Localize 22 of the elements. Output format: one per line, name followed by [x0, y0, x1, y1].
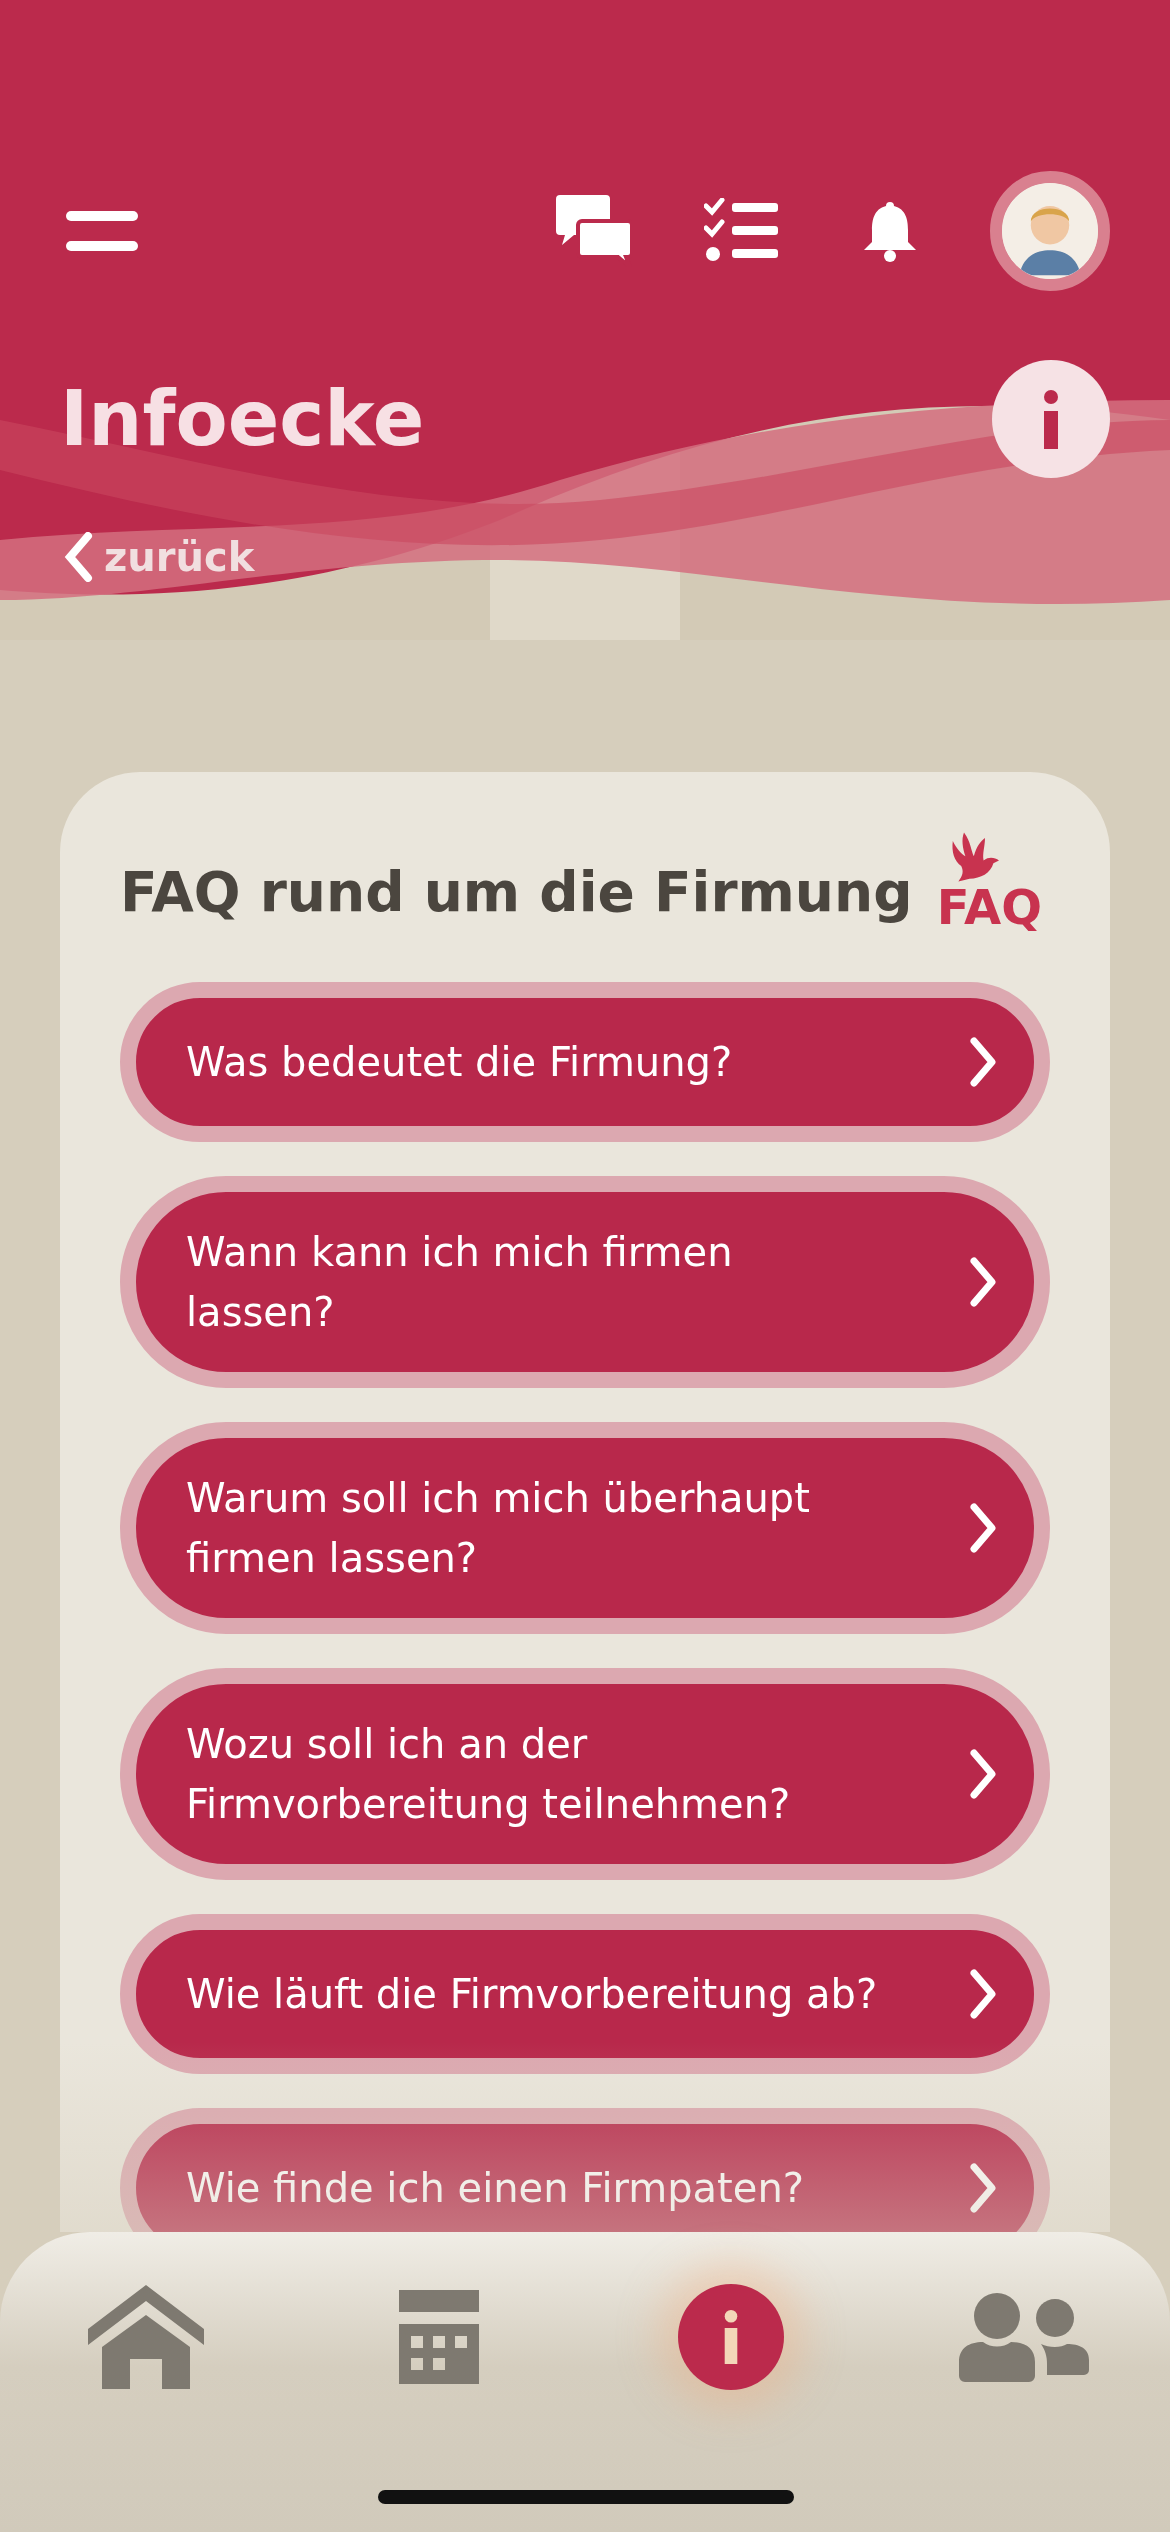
chevron-right-icon — [968, 1037, 998, 1087]
chevron-right-icon — [968, 2163, 998, 2213]
faq-question-button[interactable]: Was bedeutet die Firmung? — [120, 982, 1050, 1142]
chevron-right-icon — [968, 1969, 998, 2019]
menu-icon[interactable] — [66, 211, 138, 251]
faq-question-button[interactable]: Wann kann ich mich firmen lassen? — [120, 1176, 1050, 1388]
chevron-left-icon — [64, 532, 94, 582]
info-icon — [1041, 389, 1061, 449]
chevron-right-icon — [968, 1503, 998, 1553]
people-icon[interactable] — [958, 2292, 1089, 2382]
chevron-right-icon — [968, 1257, 998, 1307]
page-title: Infoecke — [60, 373, 425, 465]
faq-question-button[interactable]: Wie finde ich einen Firmpaten? — [120, 2108, 1050, 2232]
chevron-right-icon — [968, 1749, 998, 1799]
checklist-icon[interactable] — [704, 198, 778, 264]
faq-question-button[interactable]: Warum soll ich mich überhaupt firmen lassen? — [120, 1422, 1050, 1634]
calendar-icon[interactable] — [398, 2290, 479, 2384]
faq-logo-text: FAQ — [936, 882, 1042, 932]
faq-question-button[interactable]: Wie läuft die Firmvorbereitung ab? — [120, 1914, 1050, 2074]
faq-question-button[interactable]: Wozu soll ich an der Firmvorbereitung teilnehmen? — [120, 1668, 1050, 1880]
home-icon[interactable] — [88, 2285, 205, 2389]
card-title: FAQ rund um die Firmung — [120, 860, 913, 924]
